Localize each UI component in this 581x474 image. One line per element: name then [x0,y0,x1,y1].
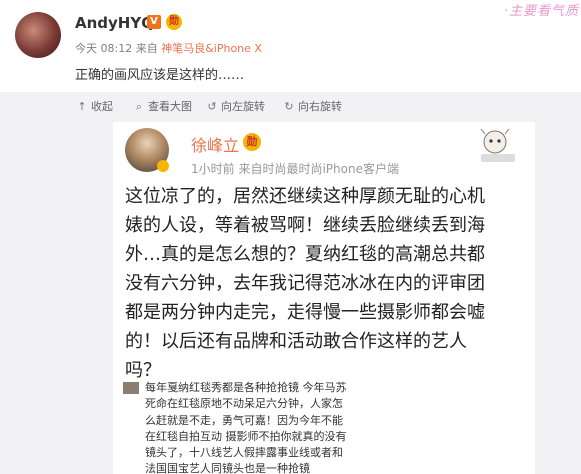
source-prefix: 来自 [135,42,158,55]
text-line: 的！以后还有品牌和活动敢合作这样的艺人 [125,331,467,352]
rotate-left-button[interactable]: ↺ 向左旋转 [206,98,265,114]
comment-line: 在红毯自拍互动 摄影师不拍你就真的没有 [145,429,347,443]
rotate-left-icon: ↺ [207,100,217,113]
embedded-comment: 每年戛纳红毯秀都是各种抢抢镜 今年马苏 死命在红毯原地不动呆足六分钟，人家怎 么… [121,378,371,474]
post-source[interactable]: 神笔马良&iPhone X [161,42,262,55]
medal-badge-icon: 勋 [166,14,182,30]
embedded-verified-icon [157,160,169,172]
text-line: 外…真的是怎么想的？夏纳红毯的高潮总共都 [125,244,485,265]
view-large-button[interactable]: ⌕ 查看大图 [133,98,192,114]
weibo-post-header: AndyHYQ V 勋 今天 08:12 来自 神笔马良&iPhone X 正确… [0,0,581,92]
collapse-button[interactable]: ↑ 收起 [76,98,113,114]
comment-line: 死命在红毯原地不动呆足六分钟，人家怎 [145,397,343,411]
comment-text: 每年戛纳红毯秀都是各种抢抢镜 今年马苏 死命在红毯原地不动呆足六分钟，人家怎 么… [145,380,347,474]
post-text: 正确的画风应该是这样的…… [75,68,245,83]
arrow-up-icon: ↑ [77,100,87,113]
comment-line: 每年戛纳红毯秀都是各种抢抢镜 今年马苏 [145,381,347,394]
text-line: 婊的人设，等着被骂啊！继续丢脸继续丢到海 [125,215,485,236]
embedded-medal-icon: 勋 [243,133,261,151]
embedded-text: 这位凉了的，居然还继续这种厚颜无耻的心机 婊的人设，等着被骂啊！继续丢脸继续丢到… [125,182,527,385]
image-toolbar: ↑ 收起 ⌕ 查看大图 ↺ 向左旋转 ↻ 向右旋转 [0,92,581,120]
vip-badge-icon: V [147,15,161,29]
text-line: 这位凉了的，居然还继续这种厚颜无耻的心机 [125,186,485,207]
cartoon-decoration-icon [480,128,515,162]
watermark: ·主要看气质 [503,4,579,19]
text-line: 没有六分钟，去年我记得范冰冰在内的评审团 [125,273,485,294]
rotate-right-icon: ↻ [284,100,294,113]
comment-line: 镜头了，十八线艺人假摔露事业线或者和 [145,446,343,460]
embedded-username: 徐峰立 [191,136,240,155]
username[interactable]: AndyHYQ [75,14,154,32]
text-line: 都是两分钟内走完，走得慢一些摄影师都会嘘 [125,302,485,323]
embedded-screenshot[interactable]: 徐峰立 勋 1小时前 来自时尚最时尚iPhone客户端 这位凉了的，居然还继续这… [113,122,535,474]
comment-thumbnail [123,382,139,394]
comment-line: 法国国宝艺人同镜头也是一种抢镜 [145,462,310,474]
user-avatar[interactable] [15,12,61,58]
magnifier-icon: ⌕ [135,100,143,113]
post-meta: 今天 08:12 来自 神笔马良&iPhone X [75,40,262,56]
post-time[interactable]: 今天 08:12 [75,42,132,55]
comment-line: 么赶就是不走，勇气可嘉！因为今年不能 [145,413,343,427]
rotate-right-button[interactable]: ↻ 向右旋转 [283,98,342,114]
embedded-meta: 1小时前 来自时尚最时尚iPhone客户端 [191,162,399,176]
